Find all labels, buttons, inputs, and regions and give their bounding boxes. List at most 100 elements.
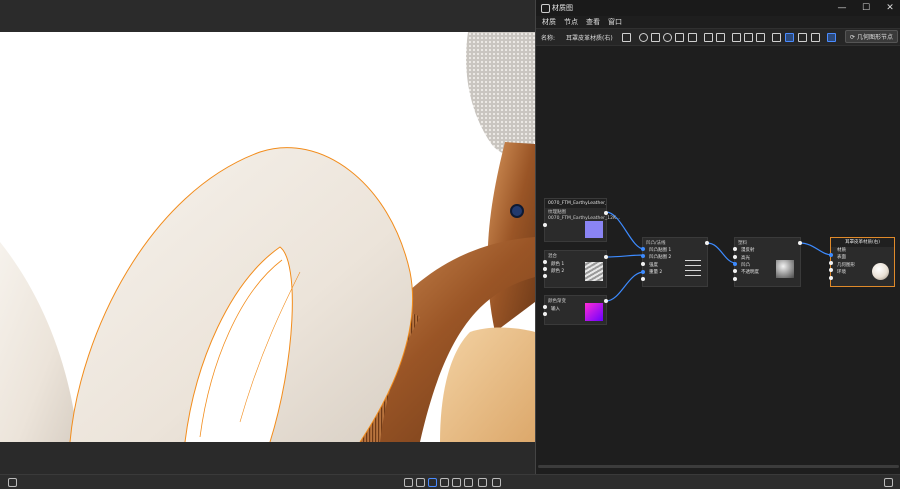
tree-icon[interactable] (756, 33, 765, 42)
sphere-icon[interactable] (452, 478, 461, 487)
blend-port-label: 颜色 1 (551, 262, 565, 267)
color-gradient-node[interactable]: 颜色渐变 输入 (544, 295, 607, 325)
normal-input-port[interactable] (641, 254, 645, 258)
node-header: 0070_FTM_EarthyLeather_N... (545, 199, 606, 208)
sliders-thumbnail (685, 260, 701, 276)
snap-icon[interactable] (785, 33, 794, 42)
normal-map-node[interactable]: 凹凸/法线 凹凸贴图 1 凹凸贴图 2 强度 重量 2 (642, 237, 708, 287)
node-title: 纹理贴图 (548, 210, 566, 215)
material-icon[interactable] (651, 33, 660, 42)
output-input-port[interactable] (829, 268, 833, 272)
material-graph-window: 材质图 — ☐ ✕ 材质 节点 查看 窗口 名称: 耳罩皮革材质(右) ⟳ 几何… (535, 0, 900, 474)
light-icon[interactable] (464, 478, 473, 487)
warning-icon[interactable] (688, 33, 697, 42)
plastic-input-port[interactable] (733, 269, 737, 273)
cloud-icon[interactable] (8, 478, 17, 487)
normal-input-port[interactable] (641, 270, 645, 274)
material-name-field[interactable]: 耳罩皮革材质(右) (566, 33, 613, 42)
resize-icon[interactable] (884, 478, 893, 487)
sliders-icon[interactable] (675, 33, 684, 42)
output-input-port[interactable] (829, 253, 833, 257)
trash-icon[interactable] (716, 33, 725, 42)
target-icon[interactable] (663, 33, 672, 42)
normal-port-label: 强度 (649, 263, 658, 268)
gradient-port-label: 输入 (551, 307, 560, 312)
blend-node[interactable]: 混合 颜色 1 颜色 2 (544, 250, 607, 288)
maximize-button[interactable]: ☐ (859, 2, 873, 14)
window-title: 材质图 (552, 4, 573, 12)
plastic-shader-node[interactable]: 塑料 漫反射 高光 凹凸 不透明度 (734, 237, 801, 287)
camera-icon[interactable] (428, 478, 437, 487)
node-canvas[interactable]: 0070_FTM_EarthyLeather_N... 纹理贴图 0070_FT… (536, 46, 900, 470)
menu-material[interactable]: 材质 (542, 17, 556, 27)
node-title: 材质 (837, 248, 846, 253)
target-icon[interactable] (440, 478, 449, 487)
node-header: 耳罩皮革材质(右) (831, 238, 894, 247)
grid-icon[interactable] (478, 478, 487, 487)
geometry-node-button[interactable]: ⟳ 几何图形节点 (845, 30, 898, 43)
blend-port-label: 颜色 2 (551, 269, 565, 274)
gradient-output-port[interactable] (604, 299, 608, 303)
texture-output-port[interactable] (604, 211, 608, 215)
plastic-input-port[interactable] (733, 262, 737, 266)
blend-output-port[interactable] (604, 255, 608, 259)
fit-icon[interactable] (798, 33, 807, 42)
render-icon[interactable] (622, 33, 631, 42)
close-button[interactable]: ✕ (883, 2, 897, 14)
texture-thumbnail (585, 221, 603, 238)
output-input-port[interactable] (829, 261, 833, 265)
menu-window[interactable]: 窗口 (608, 17, 622, 27)
gradient-input-port[interactable] (543, 305, 547, 309)
plastic-thumbnail (776, 260, 794, 278)
node-title: 混合 (548, 254, 557, 259)
panel-icon[interactable] (811, 33, 820, 42)
gradient-input-port[interactable] (543, 312, 547, 316)
normal-port-label: 凹凸贴图 2 (649, 255, 672, 260)
blend-input-port[interactable] (543, 267, 547, 271)
output-port-label: 几何图形 (837, 263, 855, 268)
minimize-button[interactable]: — (835, 2, 849, 14)
output-port-label: 表面 (837, 255, 846, 260)
plastic-port-label: 不透明度 (741, 270, 759, 275)
node-title: 颜色渐变 (548, 299, 566, 304)
normal-port-label: 重量 2 (649, 270, 663, 275)
render-mode-icon[interactable] (404, 478, 413, 487)
plastic-output-port[interactable] (798, 241, 802, 245)
geometry-node-label: 几何图形节点 (856, 34, 893, 41)
plastic-input-port[interactable] (733, 255, 737, 259)
normal-output-port[interactable] (705, 241, 709, 245)
material-output-node[interactable]: 耳罩皮革材质(右) 材质 表面 几何图形 环境 (830, 237, 895, 287)
viewport-top-bar (0, 0, 535, 32)
plastic-port-label: 漫反射 (741, 248, 755, 253)
plastic-input-port[interactable] (733, 247, 737, 251)
texture-input-port[interactable] (543, 223, 547, 227)
menu-bar: 材质 节点 查看 窗口 (536, 16, 900, 28)
blend-input-port[interactable] (543, 274, 547, 278)
grid-icon[interactable] (744, 33, 753, 42)
link-icon[interactable] (827, 33, 836, 42)
normal-input-port[interactable] (641, 277, 645, 281)
name-label: 名称: (541, 35, 556, 42)
sphere-icon[interactable] (639, 33, 648, 42)
menu-node[interactable]: 节点 (564, 17, 578, 27)
align-icon[interactable] (772, 33, 781, 42)
viewport-bottom-bar (0, 442, 535, 474)
title-bar: 材质图 — ☐ ✕ (536, 0, 900, 16)
app-icon (541, 4, 550, 13)
normal-input-port[interactable] (641, 247, 645, 251)
node-title: 塑料 (738, 241, 747, 246)
output-port-label: 环境 (837, 270, 846, 275)
layout-icon[interactable] (732, 33, 741, 42)
horizontal-scrollbar[interactable] (538, 465, 899, 468)
copy-icon[interactable] (704, 33, 713, 42)
texture-map-node[interactable]: 0070_FTM_EarthyLeather_N... 纹理贴图 0070_FT… (544, 198, 620, 242)
output-input-port[interactable] (829, 276, 833, 280)
blend-thumbnail (585, 262, 603, 281)
plastic-input-port[interactable] (733, 277, 737, 281)
3d-viewport[interactable] (0, 32, 535, 442)
normal-input-port[interactable] (641, 262, 645, 266)
frame-icon[interactable] (416, 478, 425, 487)
blend-input-port[interactable] (543, 260, 547, 264)
settings-icon[interactable] (492, 478, 501, 487)
menu-view[interactable]: 查看 (586, 17, 600, 27)
